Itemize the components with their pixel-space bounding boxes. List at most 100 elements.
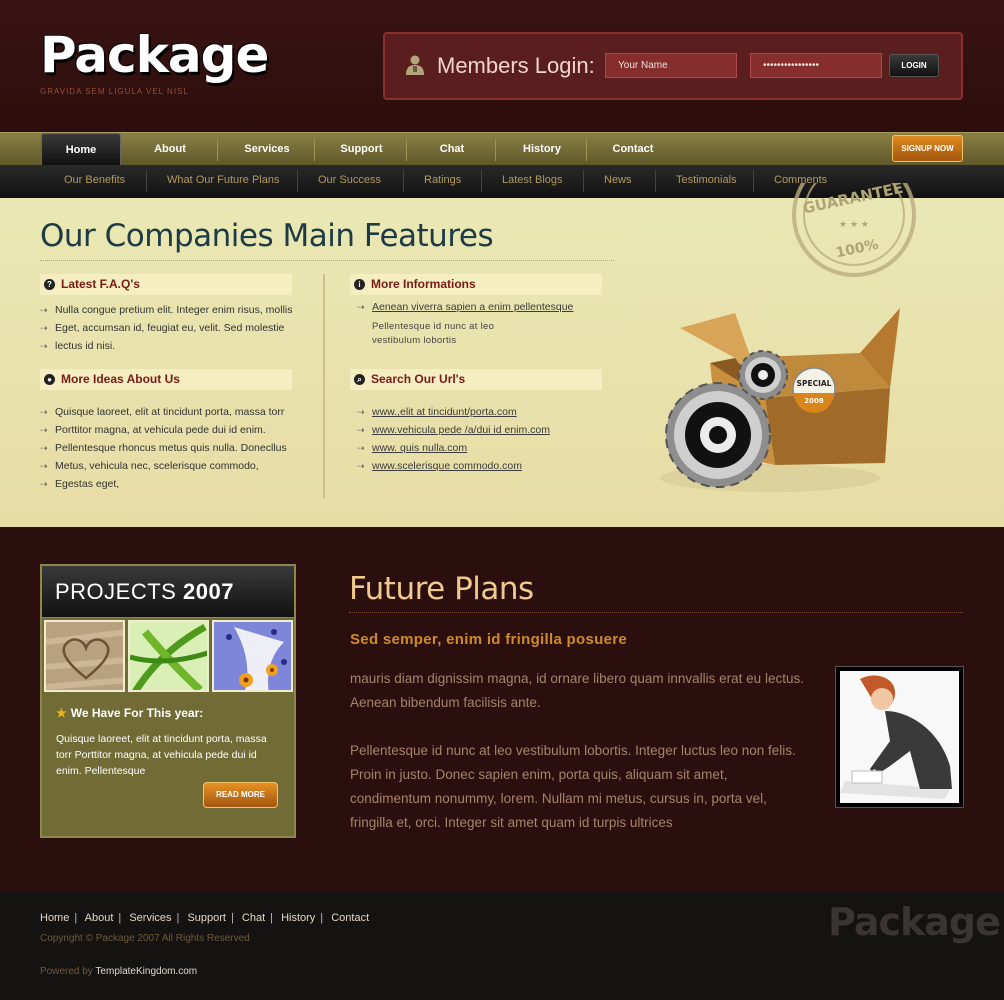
list-item[interactable]: ⇢ Metus, vehicula nec, scelerisque commod…: [40, 457, 287, 475]
footer-separator: |: [270, 912, 273, 924]
subnav-item-success[interactable]: Our Success: [318, 165, 381, 196]
arrow-icon: ⇢: [40, 425, 48, 435]
subnav-item-news[interactable]: News: [604, 165, 632, 196]
user-icon: [406, 55, 424, 75]
subnav-item-testimonials[interactable]: Testimonials: [676, 165, 737, 196]
list-item[interactable]: ⇢ Pellentesque rhoncus metus quis nulla. …: [40, 439, 287, 457]
footer-separator: |: [320, 912, 324, 924]
subnav-item-benefits[interactable]: Our Benefits: [64, 165, 125, 196]
stamp-percent: 100%: [834, 237, 880, 262]
login-button[interactable]: LOGIN: [889, 54, 939, 77]
urls-list: ⇢ www.,elit at tincidunt/porta.com ⇢ www.v…: [357, 403, 550, 475]
subnav-divider: [753, 170, 754, 192]
signup-button[interactable]: SIGNUP NOW: [892, 135, 963, 162]
subnav-item-ratings[interactable]: Ratings: [424, 165, 461, 196]
arrow-icon: ⇢: [40, 407, 48, 417]
site-logo[interactable]: Package: [40, 26, 269, 84]
header: Package GRAVIDA SEM LIGULA VEL NISL Memb…: [0, 0, 1004, 132]
faq-heading: ? Latest F.A.Q's: [40, 274, 292, 295]
urls-heading-label: Search Our Url's: [371, 372, 466, 386]
read-more-button[interactable]: READ MORE: [203, 782, 278, 808]
list-item-text: Quisque laoreet, elit at tincidunt porta…: [55, 406, 285, 418]
plans-photo: [836, 667, 963, 807]
footer-link-chat[interactable]: Chat: [242, 912, 265, 924]
url-link[interactable]: www.,elit at tincidunt/porta.com: [372, 406, 517, 418]
list-item[interactable]: ⇢ Eget, accumsan id, feugiat eu, velit. S…: [40, 319, 293, 337]
plans-divider: [349, 612, 963, 613]
list-item[interactable]: ⇢ Egestas eget,: [40, 475, 287, 493]
list-item[interactable]: ⇢ www.,elit at tincidunt/porta.com: [357, 403, 550, 421]
package-box-illustration: SPECIAL 2008: [660, 308, 900, 492]
nav-divider: [314, 139, 315, 161]
projects-title-light: PROJECTS: [55, 579, 177, 604]
small-gear-icon: [738, 350, 788, 400]
project-thumbnail-heart[interactable]: [44, 620, 125, 692]
project-thumbnail-flower[interactable]: [212, 620, 293, 692]
nav-item-about[interactable]: About: [124, 133, 216, 165]
badge-year: 2008: [804, 397, 824, 405]
search-icon: ⌕: [354, 374, 365, 385]
list-item-text: Nulla congue pretium elit. Integer enim …: [55, 304, 293, 316]
subnav-divider: [583, 170, 584, 192]
footer-link-services[interactable]: Services: [129, 912, 171, 924]
list-item[interactable]: ⇢ www.vehicula pede /a/dui id enim.com: [357, 421, 550, 439]
nav-item-services[interactable]: Services: [220, 133, 314, 165]
username-input[interactable]: [605, 53, 737, 78]
question-icon: ?: [44, 279, 55, 290]
list-item[interactable]: ⇢ Aenean viverra sapien a enim pellentesq…: [357, 298, 573, 316]
info-list: ⇢ Aenean viverra sapien a enim pellentesq…: [357, 298, 573, 316]
nav-item-home[interactable]: Home: [41, 133, 121, 165]
list-item[interactable]: ⇢ lectus id nisi.: [40, 337, 293, 355]
projects-title: PROJECTS 2007: [55, 579, 234, 605]
ideas-heading-label: More Ideas About Us: [61, 372, 180, 386]
footer-logo: Package: [828, 900, 1001, 944]
info-link[interactable]: Aenean viverra sapien a enim pellentesqu…: [372, 301, 573, 313]
ideas-heading: ● More Ideas About Us: [40, 369, 292, 390]
footer-link-about[interactable]: About: [85, 912, 114, 924]
url-link[interactable]: www.vehicula pede /a/dui id enim.com: [372, 424, 550, 436]
url-link[interactable]: www. quis nulla.com: [372, 442, 467, 454]
list-item[interactable]: ⇢ www. quis nulla.com: [357, 439, 550, 457]
footer-link-support[interactable]: Support: [187, 912, 226, 924]
list-item[interactable]: ⇢ www.scelerisque commodo.com: [357, 457, 550, 475]
nav-item-contact[interactable]: Contact: [589, 133, 677, 165]
nav-divider: [586, 139, 587, 161]
list-item-text: Egestas eget,: [55, 478, 120, 490]
list-item-text: Porttitor magna, at vehicula pede dui id…: [55, 424, 266, 436]
lightbulb-icon: ●: [44, 374, 55, 385]
info-heading-label: More Informations: [371, 277, 476, 291]
arrow-icon: ⇢: [40, 341, 48, 351]
nav-divider: [406, 139, 407, 161]
arrow-icon: ⇢: [357, 461, 365, 471]
url-link[interactable]: www.scelerisque commodo.com: [372, 460, 522, 472]
nav-item-history[interactable]: History: [498, 133, 586, 165]
login-title: Members Login:: [437, 53, 595, 78]
copyright: Copyright © Package 2007 All Rights Rese…: [40, 933, 250, 944]
footer-link-home[interactable]: Home: [40, 912, 69, 924]
nav-divider: [495, 139, 496, 161]
arrow-icon: ⇢: [40, 305, 48, 315]
nav-item-support[interactable]: Support: [317, 133, 406, 165]
arrow-icon: ⇢: [40, 443, 48, 453]
year-heading: ★ We Have For This year:: [56, 706, 203, 720]
info-heading: i More Informations: [350, 274, 602, 295]
list-item[interactable]: ⇢ Porttitor magna, at vehicula pede dui i…: [40, 421, 287, 439]
password-input[interactable]: [750, 53, 882, 78]
subnav-item-future-plans[interactable]: What Our Future Plans: [167, 165, 280, 196]
powered-by: Powered by TemplateKingdom.com: [40, 966, 197, 977]
list-item[interactable]: ⇢ Nulla congue pretium elit. Integer enim…: [40, 301, 293, 319]
nav-divider: [217, 139, 218, 161]
badge-label: SPECIAL: [797, 379, 832, 388]
ideas-list: ⇢ Quisque laoreet, elit at tincidunt port…: [40, 403, 287, 493]
subnav-divider: [403, 170, 404, 192]
powered-link[interactable]: TemplateKingdom.com: [95, 966, 197, 977]
project-thumbnail-bamboo[interactable]: [128, 620, 209, 692]
content-section: PROJECTS 2007 ★ We Have For This year: Q…: [0, 527, 1004, 892]
list-item[interactable]: ⇢ Quisque laoreet, elit at tincidunt port…: [40, 403, 287, 421]
nav-item-chat[interactable]: Chat: [409, 133, 495, 165]
footer-link-contact[interactable]: Contact: [331, 912, 369, 924]
footer-link-history[interactable]: History: [281, 912, 315, 924]
faq-list: ⇢ Nulla congue pretium elit. Integer enim…: [40, 301, 293, 355]
main-nav: Home About Services Support Chat History…: [0, 132, 1004, 165]
subnav-item-latest-blogs[interactable]: Latest Blogs: [502, 165, 563, 196]
